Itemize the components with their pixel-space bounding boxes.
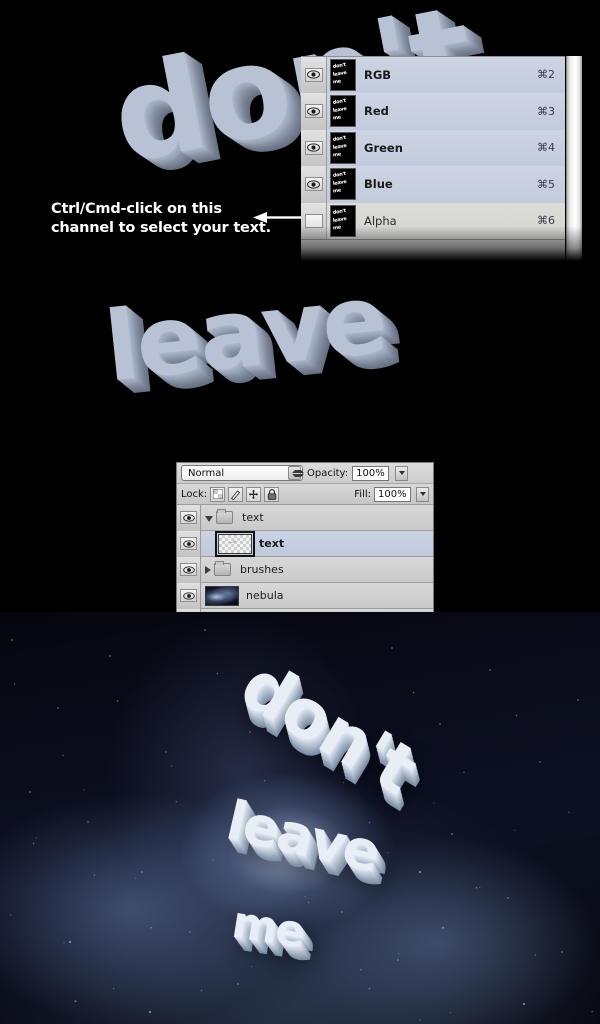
channel-thumbnail: don't leave me [330,131,356,164]
fill-label: Fill: [354,488,371,500]
channels-panel-footer [301,240,565,262]
channel-row-content[interactable]: don't leave me Alpha ⌘6 [327,202,565,239]
fill-dropdown-icon[interactable] [416,486,429,502]
eye-icon[interactable] [180,537,197,550]
channel-thumbnail-line-3: me [332,114,342,122]
eye-icon[interactable] [180,563,197,576]
channel-thumbnail: don't leave me [330,168,356,201]
annotation-callout: Ctrl/Cmd-click on this channel to select… [51,200,271,238]
channel-visibility-toggle[interactable] [301,93,327,130]
lock-image-icon[interactable] [228,486,244,502]
channel-shortcut: ⌘6 [537,214,555,228]
disclosure-triangle-closed-icon[interactable] [205,565,211,574]
opacity-label: Opacity: [307,467,349,479]
fill-input[interactable]: 100% [374,486,411,502]
layer-row-nebula[interactable]: nebula [177,582,433,609]
blend-mode-select[interactable]: Normal [181,465,304,481]
channel-shortcut: ⌘2 [537,68,555,82]
channel-shortcut: ⌘3 [537,104,555,118]
layer-row-text-group[interactable]: text [177,504,433,531]
layer-row-text[interactable]: → text [177,530,433,557]
layers-blend-row: Normal Opacity: 100% [177,463,433,484]
opacity-input[interactable]: 100% [352,465,390,481]
channel-row-content[interactable]: don't leave me Red ⌘3 [327,93,565,130]
channel-shortcut: ⌘5 [537,177,555,191]
layer-thumbnail-content: → [227,536,238,549]
layer-visibility-toggle[interactable] [177,556,201,583]
channel-name: RGB [364,67,392,82]
channel-thumbnail-line-3: me [332,78,342,86]
channel-thumbnail: don't leave me [330,204,356,237]
layer-visibility-toggle[interactable] [177,504,201,531]
channel-thumbnail-line-3: me [332,224,342,232]
channel-thumbnail-line-3: me [332,187,342,195]
layers-lock-row: Lock: Fill: 100% [177,484,433,505]
layer-visibility-toggle[interactable] [177,530,201,557]
eye-icon[interactable] [180,511,197,524]
channel-visibility-toggle[interactable] [301,129,327,166]
eye-icon[interactable] [304,67,323,82]
channel-thumbnail-line-2: leave [332,179,347,188]
folder-icon [214,561,231,576]
annotation-line-2: channel to select your text. [51,220,271,236]
channel-thumbnail-line-1: don't [332,134,347,143]
channel-row-rgb[interactable]: don't leave me RGB ⌘2 [301,56,565,94]
channel-thumbnail-line-2: leave [332,142,347,151]
channel-row-red[interactable]: don't leave me Red ⌘3 [301,93,565,130]
eye-icon-off[interactable] [304,213,323,228]
channel-row-green[interactable]: don't leave me Green ⌘4 [301,129,565,167]
channel-shortcut: ⌘4 [537,141,555,155]
channel-thumbnail-line-2: leave [332,69,347,78]
layer-thumbnail [205,585,239,606]
layer-name: brushes [240,563,284,576]
channel-thumbnail-line-3: me [332,151,342,159]
channels-scrollbar[interactable] [566,56,582,261]
channel-visibility-toggle[interactable] [301,56,327,93]
lock-label: Lock: [181,488,208,500]
channel-row-content[interactable]: don't leave me RGB ⌘2 [327,56,565,93]
channels-panel[interactable]: don't leave me RGB ⌘2 don't leave me Red… [301,56,584,262]
artwork-text-leave: leave [99,262,391,404]
channel-row-alpha[interactable]: don't leave me Alpha ⌘6 [301,202,565,240]
channel-thumbnail: don't leave me [330,95,356,128]
starfield-layer-3 [0,749,535,1024]
lock-all-icon[interactable] [264,486,280,502]
opacity-dropdown-icon[interactable] [395,465,409,481]
layer-name: nebula [246,589,284,602]
disclosure-triangle-open-icon[interactable] [205,515,213,522]
channel-thumbnail: don't leave me [330,58,356,91]
folder-icon [216,509,233,524]
lock-transparency-icon[interactable] [210,486,226,502]
eye-icon[interactable] [180,589,197,602]
channel-row-content[interactable]: don't leave me Blue ⌘5 [327,166,565,203]
layer-name: text [242,511,264,524]
layer-name: text [259,537,285,550]
channel-name: Alpha [364,213,397,228]
channel-visibility-toggle[interactable] [301,166,327,203]
lock-position-icon[interactable] [246,486,262,502]
blend-mode-value: Normal [188,467,225,479]
layer-visibility-toggle[interactable] [177,582,201,609]
channel-thumbnail-line-2: leave [332,106,347,115]
final-text-me: me [228,896,308,959]
channel-row-blue[interactable]: don't leave me Blue ⌘5 [301,166,565,203]
eye-icon[interactable] [304,177,323,192]
channel-name: Blue [364,177,393,192]
channel-row-content[interactable]: don't leave me Green ⌘4 [327,129,565,166]
chevron-updown-icon[interactable] [288,466,304,480]
annotation-line-1: Ctrl/Cmd-click on this [51,201,222,217]
layer-row-brushes-group[interactable]: brushes [177,556,433,583]
channel-thumbnail-line-2: leave [332,215,347,224]
channel-name: Red [364,104,389,119]
channels-panel-body: don't leave me RGB ⌘2 don't leave me Red… [301,56,565,262]
annotation-arrow-icon [253,212,301,223]
channel-thumbnail-line-1: don't [332,61,347,70]
channel-name: Green [364,140,403,155]
channel-visibility-toggle[interactable] [301,202,327,239]
eye-icon[interactable] [304,104,323,119]
layer-thumbnail: → [215,530,255,557]
channel-thumbnail-line-1: don't [332,207,347,216]
eye-icon[interactable] [304,140,323,155]
